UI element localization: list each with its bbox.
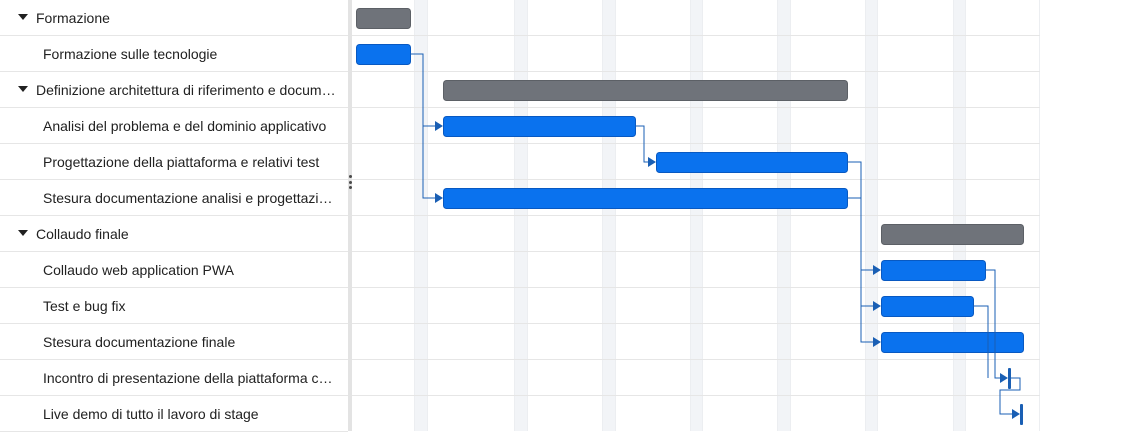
- task-name: Progettazione della piattaforma e relati…: [43, 154, 320, 170]
- task-name: Stesura documentazione finale: [43, 334, 236, 350]
- task-bar[interactable]: [881, 296, 974, 317]
- task-row[interactable]: Formazione sulle tecnologie: [0, 36, 348, 72]
- task-name: Collaudo finale: [36, 226, 129, 242]
- task-bar[interactable]: [443, 188, 848, 209]
- task-row[interactable]: Analisi del problema e del dominio appli…: [0, 108, 348, 144]
- dependency-arrowhead: [1012, 409, 1020, 419]
- task-group-row[interactable]: Collaudo finale: [0, 216, 348, 252]
- task-row[interactable]: Progettazione della piattaforma e relati…: [0, 144, 348, 180]
- task-name: Stesura documentazione analisi e progett…: [43, 190, 336, 206]
- collapse-caret-icon[interactable]: [18, 86, 28, 92]
- milestone-marker[interactable]: [1008, 368, 1011, 389]
- milestone-marker[interactable]: [1020, 404, 1023, 425]
- dependency-arrowhead: [648, 157, 656, 167]
- task-bar[interactable]: [881, 332, 1024, 353]
- task-row[interactable]: Stesura documentazione analisi e progett…: [0, 180, 348, 216]
- task-bar[interactable]: [443, 116, 636, 137]
- summary-bar[interactable]: [443, 80, 848, 101]
- task-list-panel: Formazione Formazione sulle tecnologie Def…: [0, 0, 348, 432]
- task-row[interactable]: Live demo di tutto il lavoro di stage: [0, 396, 348, 432]
- task-row[interactable]: Collaudo web application PWA: [0, 252, 348, 288]
- task-name: Formazione: [36, 10, 110, 26]
- task-group-row[interactable]: Formazione: [0, 0, 348, 36]
- gantt-timeline: [352, 0, 1040, 431]
- task-name: Live demo di tutto il lavoro di stage: [43, 406, 259, 422]
- task-name: Incontro di presentazione della piattafo…: [43, 370, 336, 386]
- gantt-grid: Formazione Formazione sulle tecnologie Def…: [0, 0, 1040, 432]
- task-name: Analisi del problema e del dominio appli…: [43, 118, 327, 134]
- dependency-arrowhead: [435, 193, 443, 203]
- summary-bar[interactable]: [881, 224, 1024, 245]
- collapse-caret-icon[interactable]: [18, 230, 28, 236]
- task-name: Formazione sulle tecnologie: [43, 46, 218, 62]
- dependency-arrowhead: [435, 121, 443, 131]
- collapse-caret-icon[interactable]: [18, 14, 28, 20]
- task-bar[interactable]: [881, 260, 986, 281]
- task-name: Test e bug fix: [43, 298, 126, 314]
- task-row[interactable]: Stesura documentazione finale: [0, 324, 348, 360]
- task-name: Definizione architettura di riferimento …: [36, 82, 340, 98]
- task-bar[interactable]: [356, 44, 411, 65]
- task-name: Collaudo web application PWA: [43, 262, 234, 278]
- task-row[interactable]: Test e bug fix: [0, 288, 348, 324]
- dependency-arrowhead: [1000, 373, 1008, 383]
- summary-bar[interactable]: [356, 8, 411, 29]
- task-group-row[interactable]: Definizione architettura di riferimento …: [0, 72, 348, 108]
- task-bar[interactable]: [656, 152, 848, 173]
- task-row[interactable]: Incontro di presentazione della piattafo…: [0, 360, 348, 396]
